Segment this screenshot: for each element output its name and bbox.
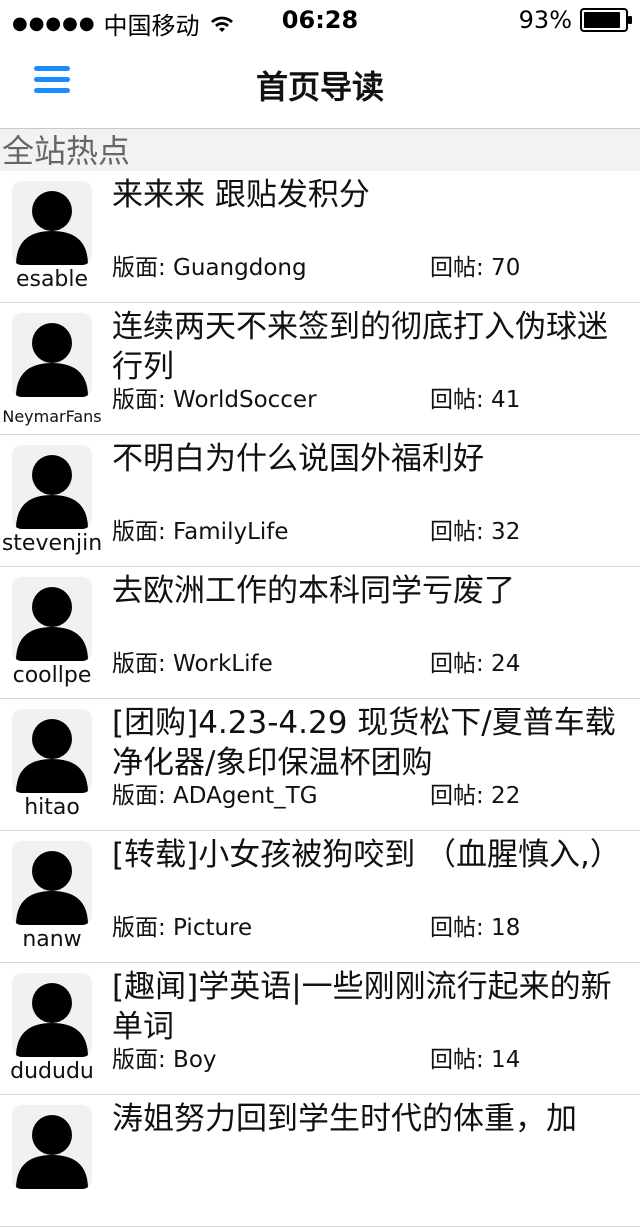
post-title[interactable]: 去欧洲工作的本科同学亏废了 (112, 571, 632, 611)
board-label: 版面: FamilyLife (112, 519, 289, 545)
avatar[interactable] (12, 181, 92, 265)
section-header: 全站热点 (0, 129, 640, 171)
avatar[interactable] (12, 709, 92, 793)
username[interactable]: NeymarFans (0, 407, 104, 426)
default-avatar-icon (16, 323, 88, 397)
list-item[interactable]: hitao [团购]4.23-4.29 现货松下/夏普车载净化器/象印保温杯团购… (0, 699, 640, 831)
default-avatar-icon (16, 587, 88, 661)
reply-count: 回帖: 41 (430, 387, 521, 413)
default-avatar-icon (16, 719, 88, 793)
username[interactable]: stevenjin (0, 531, 104, 556)
navigation-bar: 首页导读 (0, 40, 640, 129)
default-avatar-icon (16, 851, 88, 925)
page-title: 首页导读 (255, 68, 384, 106)
board-label: 版面: Boy (112, 1047, 217, 1073)
reply-count: 回帖: 22 (430, 783, 521, 809)
reply-count: 回帖: 14 (430, 1047, 521, 1073)
post-title[interactable]: 来来来 跟贴发积分 (112, 175, 632, 215)
avatar[interactable] (12, 577, 92, 661)
reply-count: 回帖: 32 (430, 519, 521, 545)
default-avatar-icon (16, 1115, 88, 1189)
list-item[interactable]: 涛姐努力回到学生时代的体重，加 (0, 1095, 640, 1227)
default-avatar-icon (16, 983, 88, 1057)
username[interactable]: coollpe (0, 663, 104, 688)
username[interactable]: dududu (0, 1059, 104, 1084)
avatar[interactable] (12, 313, 92, 397)
board-label: 版面: Picture (112, 915, 253, 941)
status-bar: ●●●●● 中国移动 06:28 93% (0, 0, 640, 40)
avatar[interactable] (12, 973, 92, 1057)
post-title[interactable]: [趣闻]学英语|一些刚刚流行起来的新单词 (112, 967, 632, 1047)
list-item[interactable]: stevenjin 不明白为什么说国外福利好 版面: FamilyLife 回帖… (0, 435, 640, 567)
battery-percentage: 93% (518, 6, 572, 34)
board-label: 版面: Guangdong (112, 255, 307, 281)
board-label: 版面: ADAgent_TG (112, 783, 318, 809)
avatar[interactable] (12, 445, 92, 529)
battery-icon (580, 8, 632, 32)
list-item[interactable]: esable 来来来 跟贴发积分 版面: Guangdong 回帖: 70 (0, 171, 640, 303)
avatar[interactable] (12, 1105, 92, 1189)
list-item[interactable]: coollpe 去欧洲工作的本科同学亏废了 版面: WorkLife 回帖: 2… (0, 567, 640, 699)
list-item[interactable]: dududu [趣闻]学英语|一些刚刚流行起来的新单词 版面: Boy 回帖: … (0, 963, 640, 1095)
post-title[interactable]: 连续两天不来签到的彻底打入伪球迷行列 (112, 307, 632, 387)
post-list[interactable]: esable 来来来 跟贴发积分 版面: Guangdong 回帖: 70 Ne… (0, 171, 640, 1227)
username[interactable]: esable (0, 267, 104, 292)
avatar[interactable] (12, 841, 92, 925)
list-item[interactable]: NeymarFans 连续两天不来签到的彻底打入伪球迷行列 版面: WorldS… (0, 303, 640, 435)
battery-group: 93% (518, 6, 632, 34)
default-avatar-icon (16, 455, 88, 529)
post-title[interactable]: [团购]4.23-4.29 现货松下/夏普车载净化器/象印保温杯团购 (112, 703, 632, 783)
board-label: 版面: WorkLife (112, 651, 273, 677)
reply-count: 回帖: 70 (430, 255, 521, 281)
reply-count: 回帖: 24 (430, 651, 521, 677)
post-title[interactable]: 不明白为什么说国外福利好 (112, 439, 632, 479)
reply-count: 回帖: 18 (430, 915, 521, 941)
username[interactable]: nanw (0, 927, 104, 952)
board-label: 版面: WorldSoccer (112, 387, 317, 413)
post-title[interactable]: 涛姐努力回到学生时代的体重，加 (112, 1099, 632, 1139)
post-title[interactable]: [转载]小女孩被狗咬到 （血腥慎入,） (112, 835, 632, 875)
list-item[interactable]: nanw [转载]小女孩被狗咬到 （血腥慎入,） 版面: Picture 回帖:… (0, 831, 640, 963)
default-avatar-icon (16, 191, 88, 265)
username[interactable]: hitao (0, 795, 104, 820)
